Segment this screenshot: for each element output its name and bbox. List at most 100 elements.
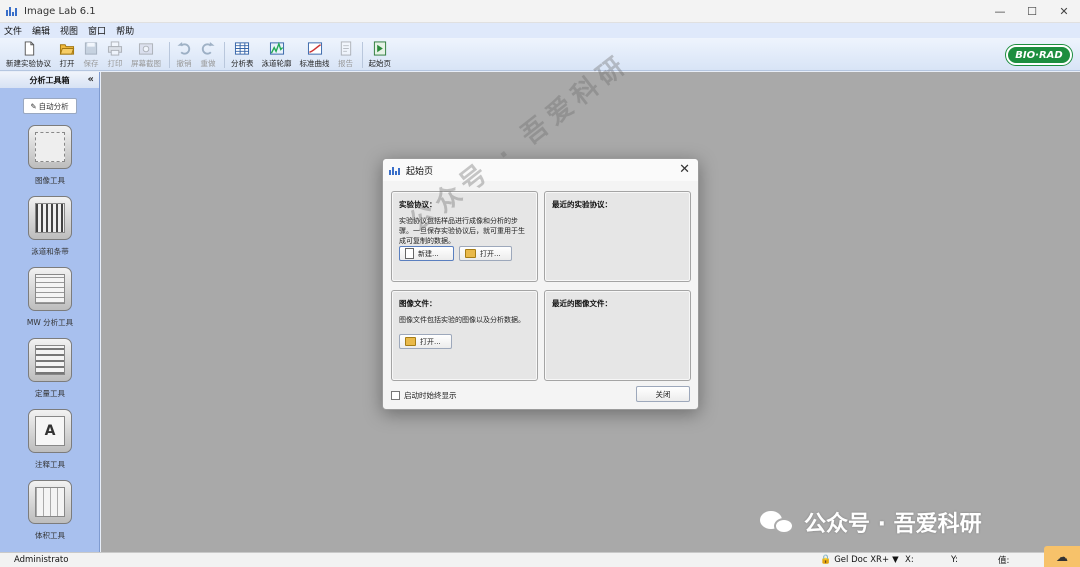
annotation-tools-button[interactable]: A 注释工具	[0, 409, 100, 470]
redo-button[interactable]: 重做	[200, 38, 216, 69]
image-file-panel: 图像文件： 图像文件包括实验的图像以及分析数据。 打开...	[391, 290, 538, 381]
dialog-app-icon	[389, 166, 400, 175]
undo-icon	[177, 41, 191, 55]
toolbar-label: 打印	[107, 59, 123, 68]
menu-edit[interactable]: 编辑	[32, 24, 50, 37]
toolbar-separator	[224, 42, 225, 68]
minimize-button[interactable]: —	[984, 0, 1016, 23]
title-bar: Image Lab 6.1 — ☐ ✕	[0, 0, 1080, 23]
open-label: 打开...	[420, 337, 441, 346]
menu-bar: 文件 编辑 视图 窗口 帮助	[0, 23, 1080, 38]
image-tools-icon	[28, 125, 72, 169]
auto-analyze-label: 自动分析	[38, 101, 69, 111]
toolbox-title: 分析工具箱	[29, 75, 70, 85]
wand-icon: ✎	[30, 101, 37, 111]
toolbar-label: 标准曲线	[299, 59, 330, 68]
volume-tools-button[interactable]: 体积工具	[0, 480, 100, 541]
lock-icon: 🔒	[820, 555, 832, 565]
chevron-down-icon: ▼	[892, 555, 899, 565]
tool-label: 体积工具	[35, 531, 65, 540]
corner-watermark-text: 公众号 · 吾爱科研	[804, 512, 982, 537]
print-icon	[107, 41, 123, 56]
startup-checkbox-label: 启动时始终显示	[404, 391, 457, 400]
device-name: Gel Doc XR+	[834, 555, 890, 565]
cloud-icon[interactable]: ☁	[1044, 546, 1080, 567]
toolbar-label: 打开	[59, 59, 75, 68]
report-button[interactable]: 报告	[338, 38, 354, 69]
analysis-table-icon	[235, 42, 250, 55]
toolbar-label: 撤销	[176, 59, 192, 68]
report-icon	[340, 41, 351, 56]
annotation-tools-icon: A	[28, 409, 72, 453]
toolbar-label: 泳道轮廓	[261, 59, 292, 68]
save-button[interactable]: 保存	[83, 38, 99, 69]
window-controls: — ☐ ✕	[984, 0, 1080, 23]
device-selector[interactable]: 🔒 Gel Doc XR+ ▼	[820, 555, 899, 565]
screenshot-button[interactable]: 屏幕截图	[131, 38, 161, 69]
quantity-tools-button[interactable]: 定量工具	[0, 338, 100, 399]
open-folder-icon	[59, 44, 75, 55]
startup-checkbox[interactable]	[391, 391, 400, 400]
toolbar-label: 起始页	[368, 59, 392, 68]
new-protocol-dialog-button[interactable]: 新建...	[399, 246, 454, 261]
print-button[interactable]: 打印	[107, 38, 123, 69]
close-window-button[interactable]: ✕	[1048, 0, 1080, 23]
new-document-icon	[405, 248, 414, 259]
start-page-button[interactable]: 起始页	[368, 38, 392, 69]
open-folder-icon	[465, 249, 476, 258]
status-x-label: X:	[905, 555, 914, 565]
open-protocol-button[interactable]: 打开...	[459, 246, 512, 261]
maximize-button[interactable]: ☐	[1016, 0, 1048, 23]
auto-analyze-button[interactable]: ✎ 自动分析	[22, 98, 77, 114]
menu-view[interactable]: 视图	[60, 24, 78, 37]
corner-watermark: 公众号 · 吾爱科研	[760, 506, 982, 538]
new-protocol-button[interactable]: 新建实验协议	[6, 38, 51, 69]
lanes-bands-button[interactable]: 泳道和条带	[0, 196, 100, 257]
menu-window[interactable]: 窗口	[88, 24, 106, 37]
recent-images-heading: 最近的图像文件：	[552, 299, 612, 308]
open-button[interactable]: 打开	[59, 38, 75, 69]
new-label: 新建...	[418, 249, 439, 258]
collapse-sidebar-button[interactable]: «	[88, 74, 94, 85]
analysis-table-button[interactable]: 分析表	[231, 38, 254, 69]
menu-file[interactable]: 文件	[4, 24, 22, 37]
analysis-toolbox: 分析工具箱 « ✎ 自动分析 图像工具 泳道和条带 MW 分析工具 定量工具 A…	[0, 72, 100, 552]
toolbar-separator	[361, 42, 363, 68]
open-folder-icon	[405, 337, 416, 346]
undo-button[interactable]: 撤销	[176, 38, 192, 69]
status-value-label: 值:	[998, 556, 1010, 566]
image-file-description: 图像文件包括实验的图像以及分析数据。	[399, 316, 525, 324]
recent-protocols-heading: 最近的实验协议：	[552, 200, 612, 209]
mw-analysis-button[interactable]: MW 分析工具	[0, 267, 100, 328]
tool-label: 图像工具	[35, 176, 65, 185]
tool-label: 定量工具	[35, 389, 65, 398]
mw-analysis-icon	[28, 267, 72, 311]
wechat-icon	[760, 509, 796, 535]
dialog-close-icon[interactable]: ✕	[679, 162, 690, 177]
status-y-label: Y:	[951, 555, 958, 565]
startup-checkbox-row[interactable]: 启动时始终显示	[391, 390, 457, 401]
quantity-tools-icon	[28, 338, 72, 382]
standard-curve-icon	[307, 42, 322, 55]
image-tools-button[interactable]: 图像工具	[0, 125, 100, 186]
toolbar-label: 保存	[83, 59, 99, 68]
toolbar-label: 新建实验协议	[6, 59, 51, 68]
save-icon	[84, 42, 98, 55]
open-image-button[interactable]: 打开...	[399, 334, 452, 349]
dialog-title: 起始页	[406, 166, 434, 177]
toolbar-separator	[169, 42, 170, 68]
toolbox-header: 分析工具箱 «	[0, 72, 99, 88]
lane-profile-button[interactable]: 泳道轮廓	[262, 38, 292, 69]
toolbar-label: 屏幕截图	[131, 59, 161, 68]
redo-icon	[201, 41, 215, 55]
lanes-bands-icon	[28, 196, 72, 240]
lane-profile-icon	[269, 41, 284, 55]
image-file-heading: 图像文件：	[399, 299, 437, 308]
menu-help[interactable]: 帮助	[116, 24, 134, 37]
toolbar-label: 重做	[200, 59, 216, 68]
new-document-icon	[24, 41, 34, 56]
standard-curve-button[interactable]: 标准曲线	[300, 38, 330, 69]
recent-protocols-panel: 最近的实验协议：	[544, 191, 691, 282]
status-user: Administrato	[14, 555, 69, 565]
dialog-close-button[interactable]: 关闭	[636, 386, 690, 402]
